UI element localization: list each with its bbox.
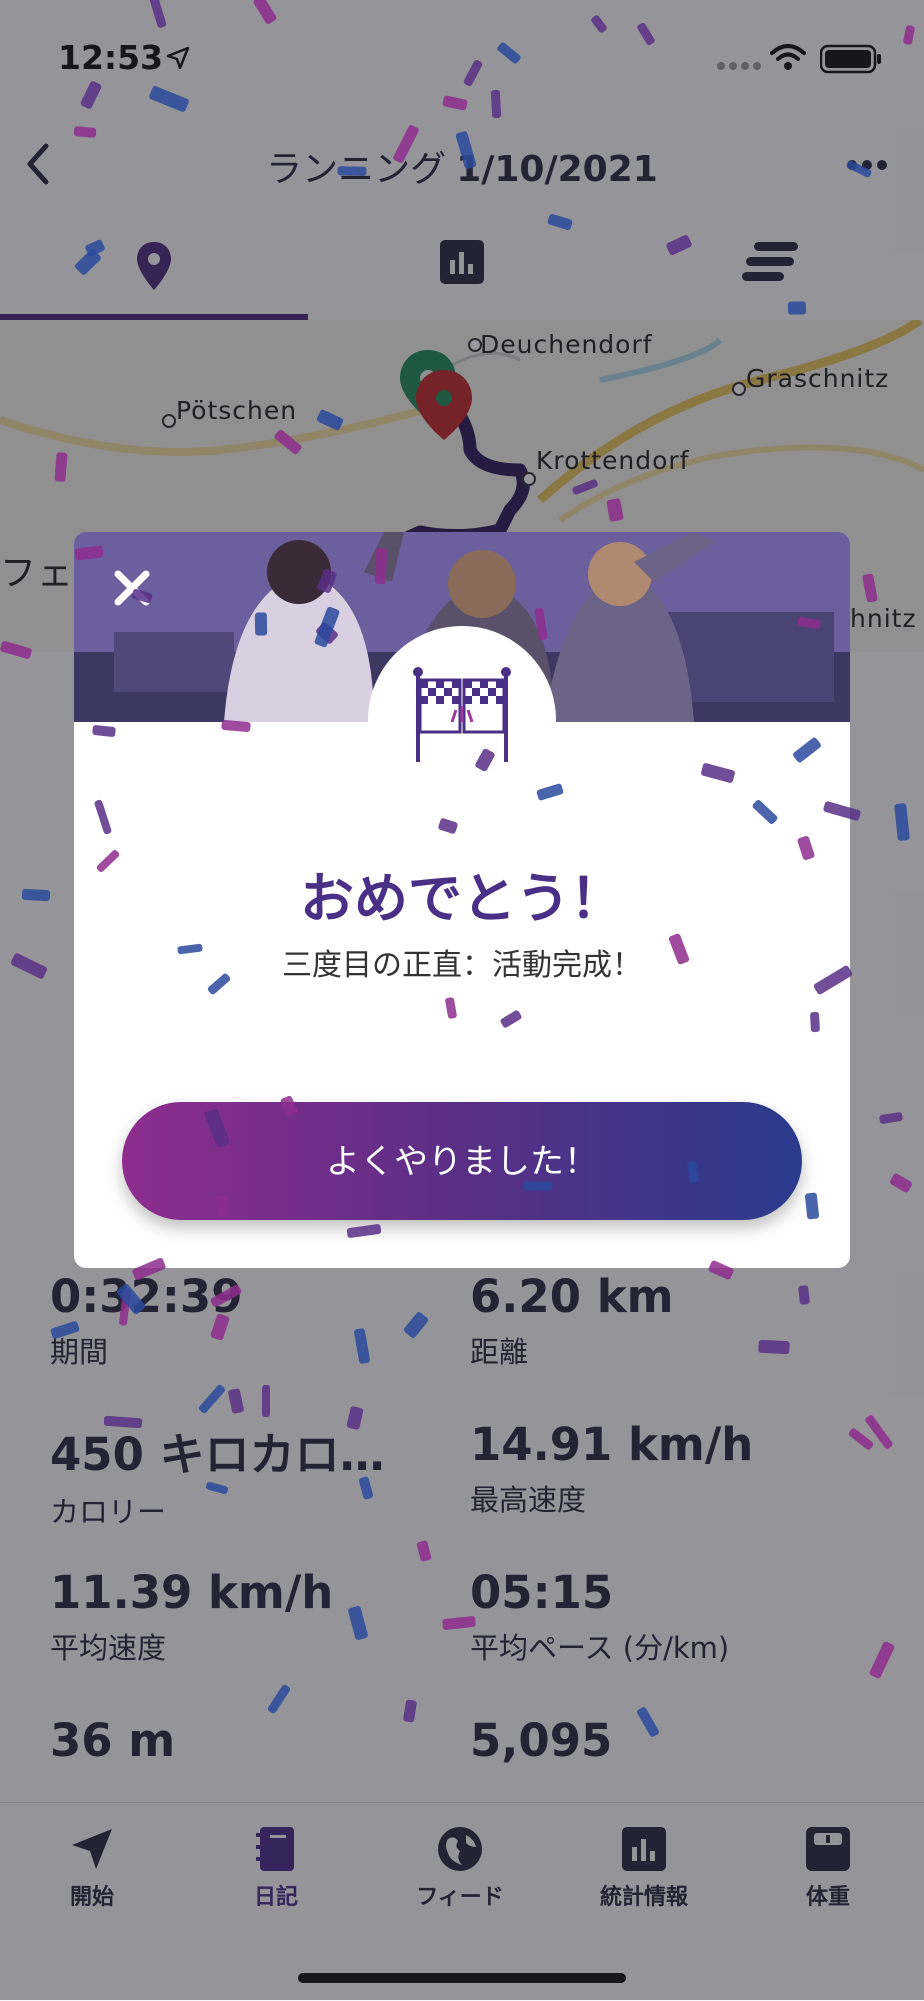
modal-title: おめでとう！ xyxy=(300,867,624,930)
modal-subtitle: 三度目の正直：活動完成！ xyxy=(282,948,642,983)
checkered-flags-icon xyxy=(413,667,511,762)
badge-circle xyxy=(368,626,556,814)
close-icon[interactable] xyxy=(110,566,154,610)
well-done-button[interactable]: よくやりました！ xyxy=(122,1102,802,1220)
congratulations-modal: おめでとう！ 三度目の正直：活動完成！ よくやりました！ xyxy=(74,532,850,1268)
